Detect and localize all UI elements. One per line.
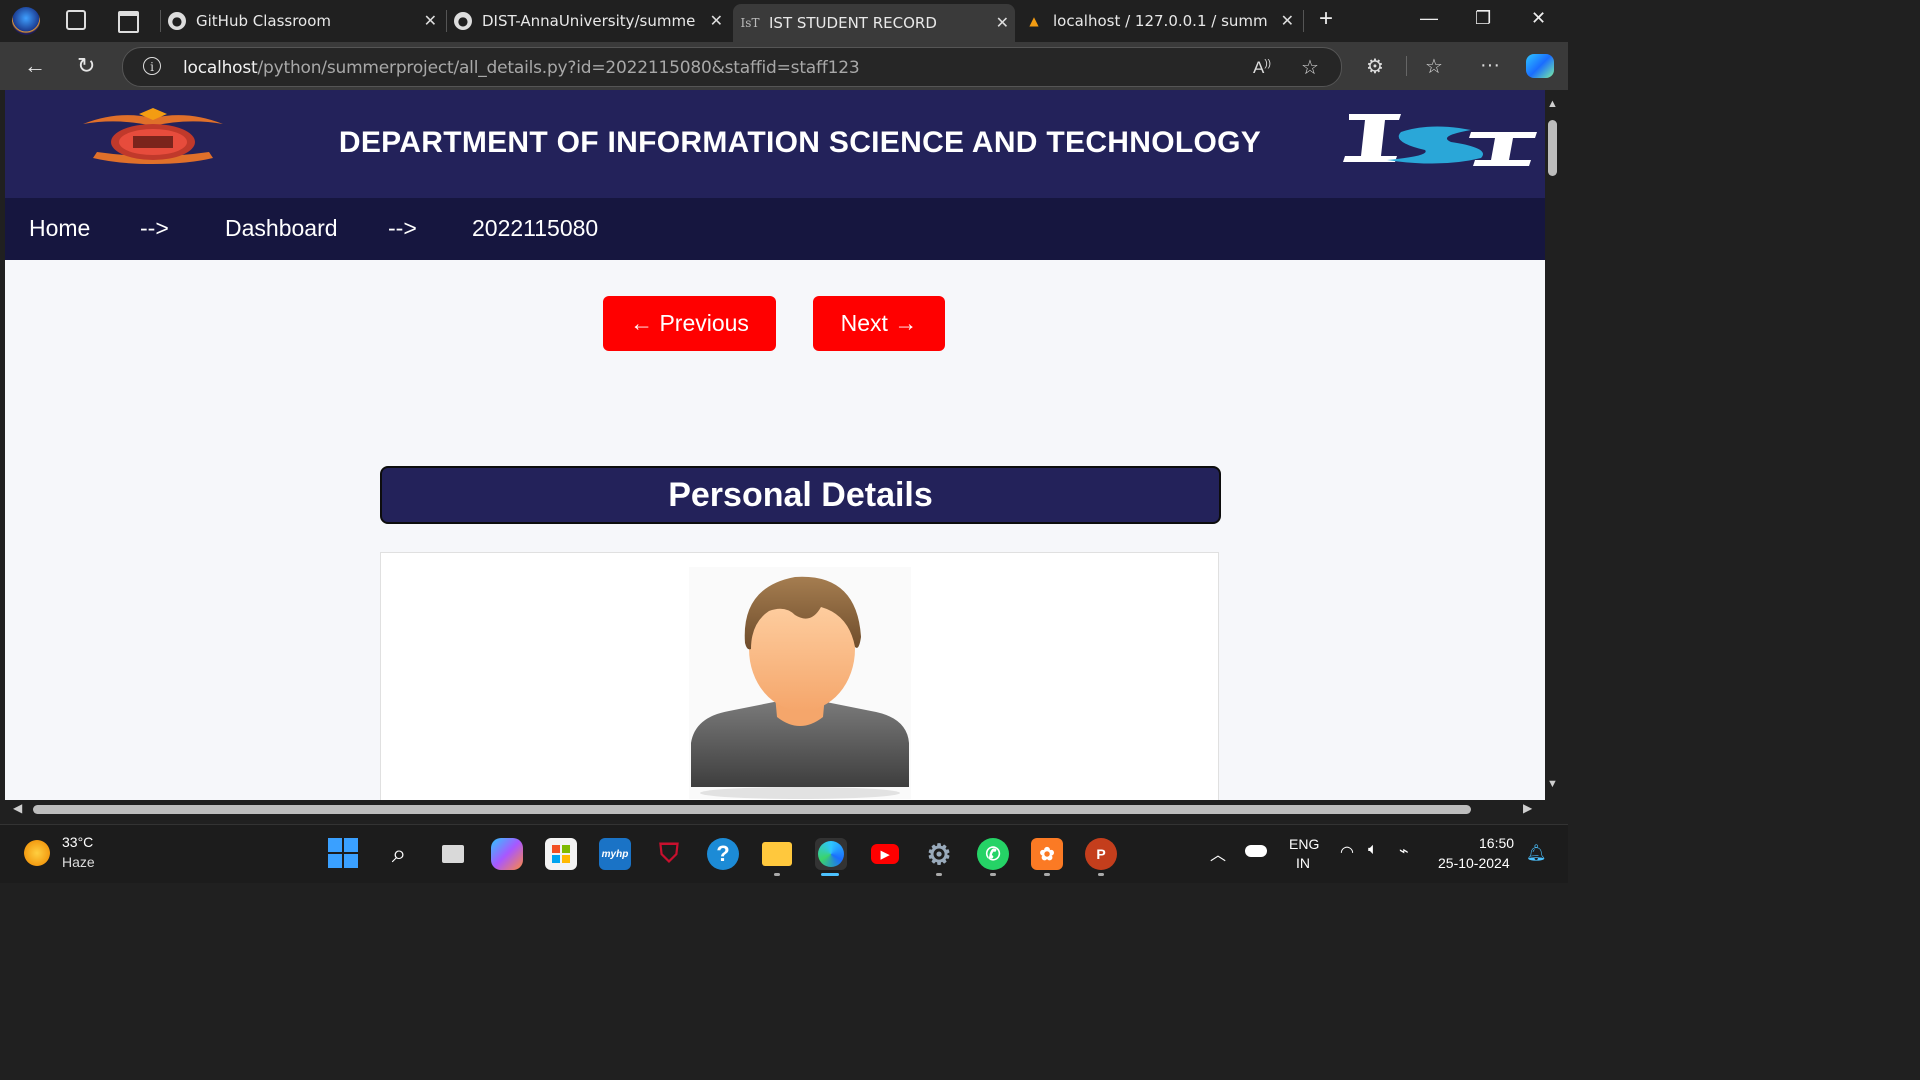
close-icon[interactable]: ✕ <box>996 13 1009 32</box>
windows-taskbar: 33°C Haze ⌕ myhp ⛉ ? ▶ ⚙ ✆ ✿ P ︿ ENG IN … <box>0 824 1568 883</box>
close-icon[interactable]: ✕ <box>1281 11 1294 30</box>
tab-ist-student-record[interactable]: IsT IST STUDENT RECORD ✕ <box>733 4 1015 42</box>
copilot-icon[interactable] <box>1526 54 1554 78</box>
personal-details-card <box>380 552 1219 800</box>
tab-title: IST STUDENT RECORD <box>769 14 937 32</box>
browser-tab-bar: ● GitHub Classroom ✕ ● DIST-AnnaUniversi… <box>0 0 1568 42</box>
powerpoint-icon[interactable]: P <box>1085 838 1117 870</box>
myhp-icon[interactable]: myhp <box>599 838 631 870</box>
breadcrumb-home-link[interactable]: Home <box>29 215 90 242</box>
breadcrumb-current-id: 2022115080 <box>472 215 599 241</box>
show-hidden-icons-icon[interactable]: ︿ <box>1210 841 1226 865</box>
personal-details-heading: Personal Details <box>380 466 1221 524</box>
tab-title: GitHub Classroom <box>196 12 332 30</box>
breadcrumb: Home --> Dashboard --> 2022115080 <box>5 198 1545 260</box>
language-top[interactable]: ENG <box>1289 836 1319 852</box>
clock-time[interactable]: 16:50 <box>1479 835 1514 851</box>
minimize-icon[interactable]: — <box>1420 8 1438 29</box>
breadcrumb-separator: --> <box>388 215 417 241</box>
phpmyadmin-icon: ▲ <box>1029 14 1039 28</box>
refresh-icon[interactable]: ↻ <box>77 53 95 79</box>
close-icon[interactable]: ✕ <box>424 11 437 30</box>
tab-github-repo[interactable]: ● DIST-AnnaUniversity/summer-in ✕ <box>454 6 729 36</box>
youtube-icon[interactable]: ▶ <box>869 838 901 870</box>
volume-icon[interactable]: 🔈︎ <box>1368 841 1378 859</box>
wifi-icon[interactable]: ◠ <box>1340 842 1354 862</box>
language-bottom[interactable]: IN <box>1296 855 1310 871</box>
previous-button[interactable]: ← Previous <box>603 296 776 351</box>
next-button[interactable]: Next → <box>813 296 945 351</box>
notifications-bell-icon[interactable]: 🔔︎ <box>1526 843 1546 863</box>
clock-date[interactable]: 25-10-2024 <box>1438 855 1510 871</box>
favorites-icon[interactable]: ☆ <box>1425 54 1443 79</box>
github-icon: ● <box>454 12 472 30</box>
url-path: /python/summerproject/all_details.py?id=… <box>257 58 860 78</box>
github-icon: ● <box>168 12 186 30</box>
student-photo <box>689 567 911 799</box>
weather-haze-icon[interactable] <box>22 838 52 868</box>
onedrive-icon[interactable] <box>1245 845 1267 857</box>
url-text[interactable]: localhost/python/summerproject/all_detai… <box>183 58 860 78</box>
edge-browser-icon[interactable] <box>815 838 847 870</box>
file-explorer-icon[interactable] <box>761 838 793 870</box>
mcafee-icon[interactable]: ⛉ <box>653 838 685 870</box>
scroll-right-icon[interactable]: ▶ <box>1523 801 1532 815</box>
site-title: DEPARTMENT OF INFORMATION SCIENCE AND TE… <box>338 126 1262 159</box>
site-info-icon[interactable]: i <box>143 57 161 75</box>
vertical-scrollbar[interactable]: ▲ ▼ <box>1545 90 1568 800</box>
read-aloud-icon[interactable]: A)) <box>1253 58 1271 78</box>
ist-favicon-icon: IsT <box>740 16 760 30</box>
close-window-icon[interactable]: ✕ <box>1531 8 1546 29</box>
back-icon[interactable]: ← <box>24 53 46 79</box>
get-help-icon[interactable]: ? <box>707 838 739 870</box>
copilot-icon[interactable] <box>491 838 523 870</box>
url-host: localhost <box>183 58 258 78</box>
tab-title: DIST-AnnaUniversity/summer-in <box>482 12 696 30</box>
vertical-scroll-thumb[interactable] <box>1548 120 1557 176</box>
settings-icon[interactable]: ⚙ <box>923 838 955 870</box>
task-view-icon[interactable] <box>437 838 469 870</box>
microsoft-store-icon[interactable] <box>545 838 577 870</box>
tab-phpmyadmin[interactable]: ▲ localhost / 127.0.0.1 / summer_p ✕ <box>1025 6 1300 36</box>
extensions-icon[interactable]: ⚙ <box>1366 54 1384 79</box>
search-icon[interactable]: ⌕ <box>383 838 415 870</box>
close-icon[interactable]: ✕ <box>710 11 723 30</box>
breadcrumb-dashboard-link[interactable]: Dashboard <box>225 215 338 242</box>
new-tab-icon[interactable]: + <box>1319 5 1333 33</box>
xampp-icon[interactable]: ✿ <box>1031 838 1063 870</box>
address-bar[interactable]: i localhost/python/summerproject/all_det… <box>122 47 1342 87</box>
site-header: DEPARTMENT OF INFORMATION SCIENCE AND TE… <box>5 90 1545 198</box>
weather-condition[interactable]: Haze <box>62 854 95 870</box>
horizontal-scrollbar[interactable]: ◀ ▶ <box>5 800 1545 818</box>
ist-logo <box>1343 114 1537 166</box>
start-icon[interactable] <box>328 838 358 868</box>
tab-title: localhost / 127.0.0.1 / summer_p <box>1053 12 1268 30</box>
workspaces-icon[interactable] <box>66 10 86 30</box>
horizontal-scroll-thumb[interactable] <box>33 805 1471 814</box>
restore-icon[interactable]: ❐ <box>1475 8 1491 29</box>
tab-actions-icon[interactable] <box>118 11 139 33</box>
scroll-left-icon[interactable]: ◀ <box>13 801 22 815</box>
page-viewport: DEPARTMENT OF INFORMATION SCIENCE AND TE… <box>5 90 1545 800</box>
weather-temperature[interactable]: 33°C <box>62 834 93 850</box>
tab-github-classroom[interactable]: ● GitHub Classroom ✕ <box>168 6 443 36</box>
whatsapp-icon[interactable]: ✆ <box>977 838 1009 870</box>
battery-icon[interactable]: ⌁ <box>1399 841 1409 861</box>
profile-avatar-icon[interactable] <box>12 7 40 35</box>
scroll-up-icon[interactable]: ▲ <box>1547 98 1558 110</box>
breadcrumb-separator: --> <box>140 215 169 241</box>
favorite-star-icon[interactable]: ☆ <box>1301 55 1319 80</box>
more-icon[interactable]: ··· <box>1480 54 1500 77</box>
browser-toolbar: ← ↻ i localhost/python/summerproject/all… <box>0 42 1568 90</box>
scroll-down-icon[interactable]: ▼ <box>1547 778 1558 790</box>
